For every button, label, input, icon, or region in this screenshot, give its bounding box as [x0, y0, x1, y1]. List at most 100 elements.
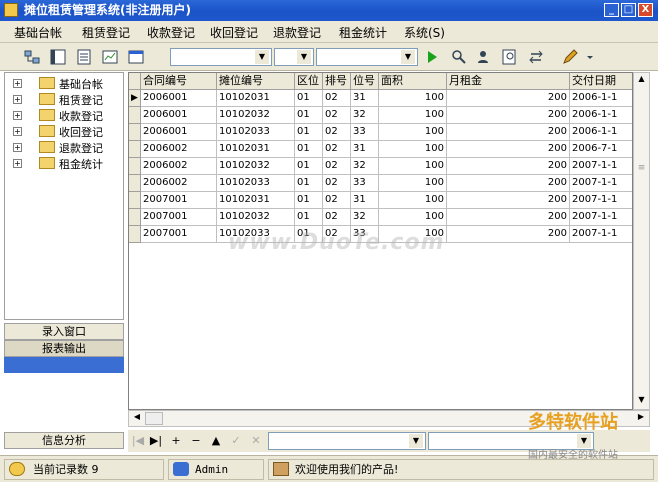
- user-remove-icon[interactable]: [474, 47, 494, 67]
- column-header[interactable]: 摊位编号: [217, 73, 295, 90]
- table-cell[interactable]: 10102031: [217, 90, 295, 107]
- table-cell[interactable]: 200: [447, 141, 570, 158]
- last-record-button[interactable]: ▶|: [148, 433, 164, 449]
- scroll-thumb[interactable]: [145, 412, 163, 425]
- scroll-up-icon[interactable]: ▲: [635, 74, 648, 87]
- window-icon[interactable]: [126, 47, 146, 67]
- tree-node-receipt[interactable]: + 收款登记: [9, 107, 123, 123]
- table-cell[interactable]: 200: [447, 192, 570, 209]
- tree-node-lease[interactable]: + 租赁登记: [9, 91, 123, 107]
- menu-system[interactable]: 系统(S): [404, 24, 445, 41]
- post-button[interactable]: ✓: [228, 433, 244, 449]
- table-cell[interactable]: 200: [447, 175, 570, 192]
- search-user-icon[interactable]: [448, 47, 468, 67]
- table-cell[interactable]: 01: [295, 158, 323, 175]
- table-cell[interactable]: 10102033: [217, 175, 295, 192]
- menu-stats[interactable]: 租金统计: [339, 24, 387, 41]
- chart-icon[interactable]: [100, 47, 120, 67]
- table-cell[interactable]: 33: [351, 175, 379, 192]
- maximize-button[interactable]: □: [621, 3, 636, 17]
- table-cell[interactable]: 01: [295, 107, 323, 124]
- table-cell[interactable]: 2007-1-1: [570, 226, 632, 243]
- table-cell[interactable]: 2007-1-1: [570, 158, 632, 175]
- scroll-left-icon[interactable]: ◀: [131, 412, 143, 425]
- table-cell[interactable]: 32: [351, 158, 379, 175]
- tree-icon[interactable]: [22, 47, 42, 67]
- table-cell[interactable]: 01: [295, 90, 323, 107]
- table-cell[interactable]: 02: [323, 141, 351, 158]
- vertical-scrollbar[interactable]: ▲ ≡ ▼: [633, 72, 650, 410]
- scroll-grip[interactable]: ≡: [635, 163, 648, 177]
- table-cell[interactable]: 200: [447, 209, 570, 226]
- column-header[interactable]: 排号: [323, 73, 351, 90]
- expand-icon[interactable]: +: [13, 95, 22, 104]
- column-header[interactable]: 位号: [351, 73, 379, 90]
- menu-receipt[interactable]: 收款登记: [147, 24, 195, 41]
- table-cell[interactable]: 32: [351, 209, 379, 226]
- table-cell[interactable]: 100: [379, 124, 447, 141]
- table-cell[interactable]: 2006-1-1: [570, 107, 632, 124]
- row-indicator[interactable]: [129, 209, 141, 226]
- table-cell[interactable]: 02: [323, 124, 351, 141]
- table-cell[interactable]: 200: [447, 90, 570, 107]
- table-cell[interactable]: 2006002: [141, 158, 217, 175]
- table-cell[interactable]: 200: [447, 226, 570, 243]
- table-cell[interactable]: 10102032: [217, 158, 295, 175]
- column-header[interactable]: 月租金: [447, 73, 570, 90]
- table-cell[interactable]: 2007001: [141, 192, 217, 209]
- table-cell[interactable]: 100: [379, 158, 447, 175]
- tree-node-reclaim[interactable]: + 收回登记: [9, 123, 123, 139]
- table-cell[interactable]: 32: [351, 107, 379, 124]
- table-cell[interactable]: 33: [351, 124, 379, 141]
- table-cell[interactable]: 2007-1-1: [570, 192, 632, 209]
- table-cell[interactable]: 100: [379, 192, 447, 209]
- report-output-button[interactable]: 报表输出: [4, 340, 124, 357]
- table-cell[interactable]: 2006001: [141, 124, 217, 141]
- move-up-button[interactable]: ▲: [208, 433, 224, 449]
- table-cell[interactable]: 2006-7-1: [570, 141, 632, 158]
- column-header[interactable]: 交付日期: [570, 73, 632, 90]
- cancel-edit-button[interactable]: ✕: [248, 433, 264, 449]
- table-cell[interactable]: 02: [323, 158, 351, 175]
- table-cell[interactable]: 2006002: [141, 141, 217, 158]
- tree-node-stats[interactable]: + 租金统计: [9, 155, 123, 171]
- table-cell[interactable]: 2006-1-1: [570, 124, 632, 141]
- tree-node-refund[interactable]: + 退款登记: [9, 139, 123, 155]
- row-indicator[interactable]: [129, 141, 141, 158]
- menu-basic[interactable]: 基础台帐: [14, 24, 62, 41]
- expand-icon[interactable]: +: [13, 143, 22, 152]
- doc-icon[interactable]: [74, 47, 94, 67]
- table-cell[interactable]: 2007-1-1: [570, 209, 632, 226]
- table-cell[interactable]: 2006002: [141, 175, 217, 192]
- table-cell[interactable]: 200: [447, 158, 570, 175]
- navigator-combo-1[interactable]: ▼: [268, 432, 426, 450]
- row-indicator[interactable]: [129, 158, 141, 175]
- table-cell[interactable]: 02: [323, 175, 351, 192]
- table-cell[interactable]: 01: [295, 124, 323, 141]
- table-cell[interactable]: 31: [351, 192, 379, 209]
- row-indicator[interactable]: [129, 124, 141, 141]
- pen-icon[interactable]: [560, 47, 580, 67]
- expand-icon[interactable]: +: [13, 79, 22, 88]
- table-cell[interactable]: 200: [447, 107, 570, 124]
- close-button[interactable]: X: [638, 3, 653, 17]
- table-cell[interactable]: 31: [351, 90, 379, 107]
- minimize-button[interactable]: _: [604, 3, 619, 17]
- table-cell[interactable]: 100: [379, 175, 447, 192]
- table-cell[interactable]: 02: [323, 107, 351, 124]
- refresh-icon[interactable]: [526, 47, 546, 67]
- table-cell[interactable]: 2007001: [141, 209, 217, 226]
- filter-combo-1[interactable]: ▼: [170, 48, 272, 66]
- table-cell[interactable]: 100: [379, 141, 447, 158]
- table-cell[interactable]: 02: [323, 209, 351, 226]
- table-cell[interactable]: 01: [295, 209, 323, 226]
- column-header[interactable]: 合同编号: [141, 73, 217, 90]
- table-cell[interactable]: 01: [295, 175, 323, 192]
- table-cell[interactable]: 2006-1-1: [570, 90, 632, 107]
- table-cell[interactable]: 2007001: [141, 226, 217, 243]
- entry-window-button[interactable]: 录入窗口: [4, 323, 124, 340]
- table-cell[interactable]: 10102033: [217, 124, 295, 141]
- analysis-button[interactable]: 信息分析: [4, 432, 124, 449]
- menu-lease[interactable]: 租赁登记: [82, 24, 130, 41]
- column-header[interactable]: 面积: [379, 73, 447, 90]
